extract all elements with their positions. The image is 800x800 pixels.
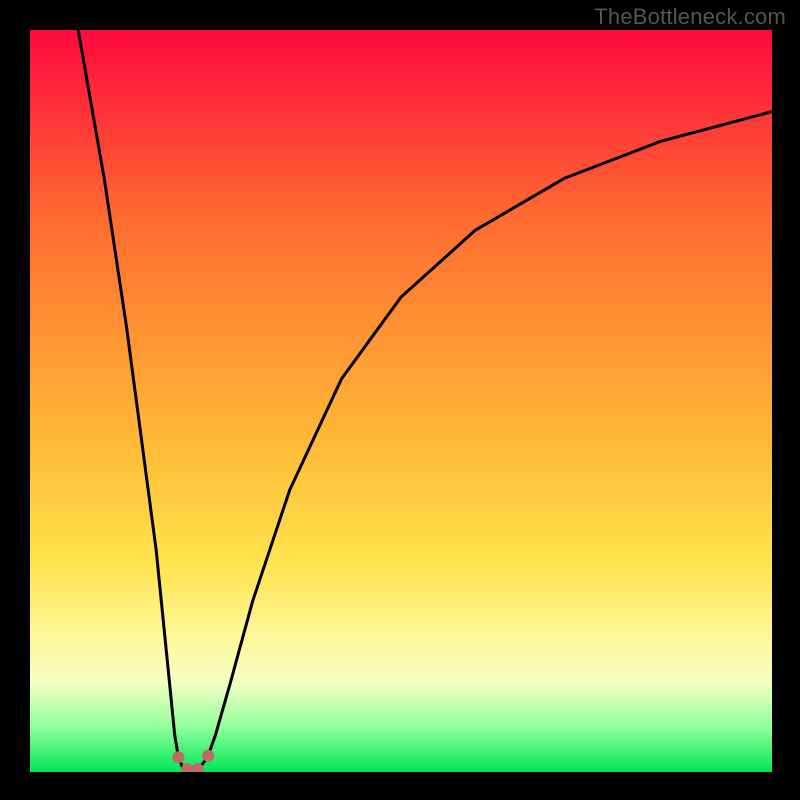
- curve-knot: [181, 763, 193, 772]
- knots-group: [172, 750, 214, 772]
- left-branch-line: [78, 30, 178, 757]
- plot-area: [30, 30, 772, 772]
- curve-knot: [172, 751, 184, 763]
- right-branch-line: [208, 112, 772, 756]
- chart-frame: TheBottleneck.com: [0, 0, 800, 800]
- curve-svg: [30, 30, 772, 772]
- curve-knot: [202, 750, 214, 762]
- watermark-text: TheBottleneck.com: [594, 4, 786, 30]
